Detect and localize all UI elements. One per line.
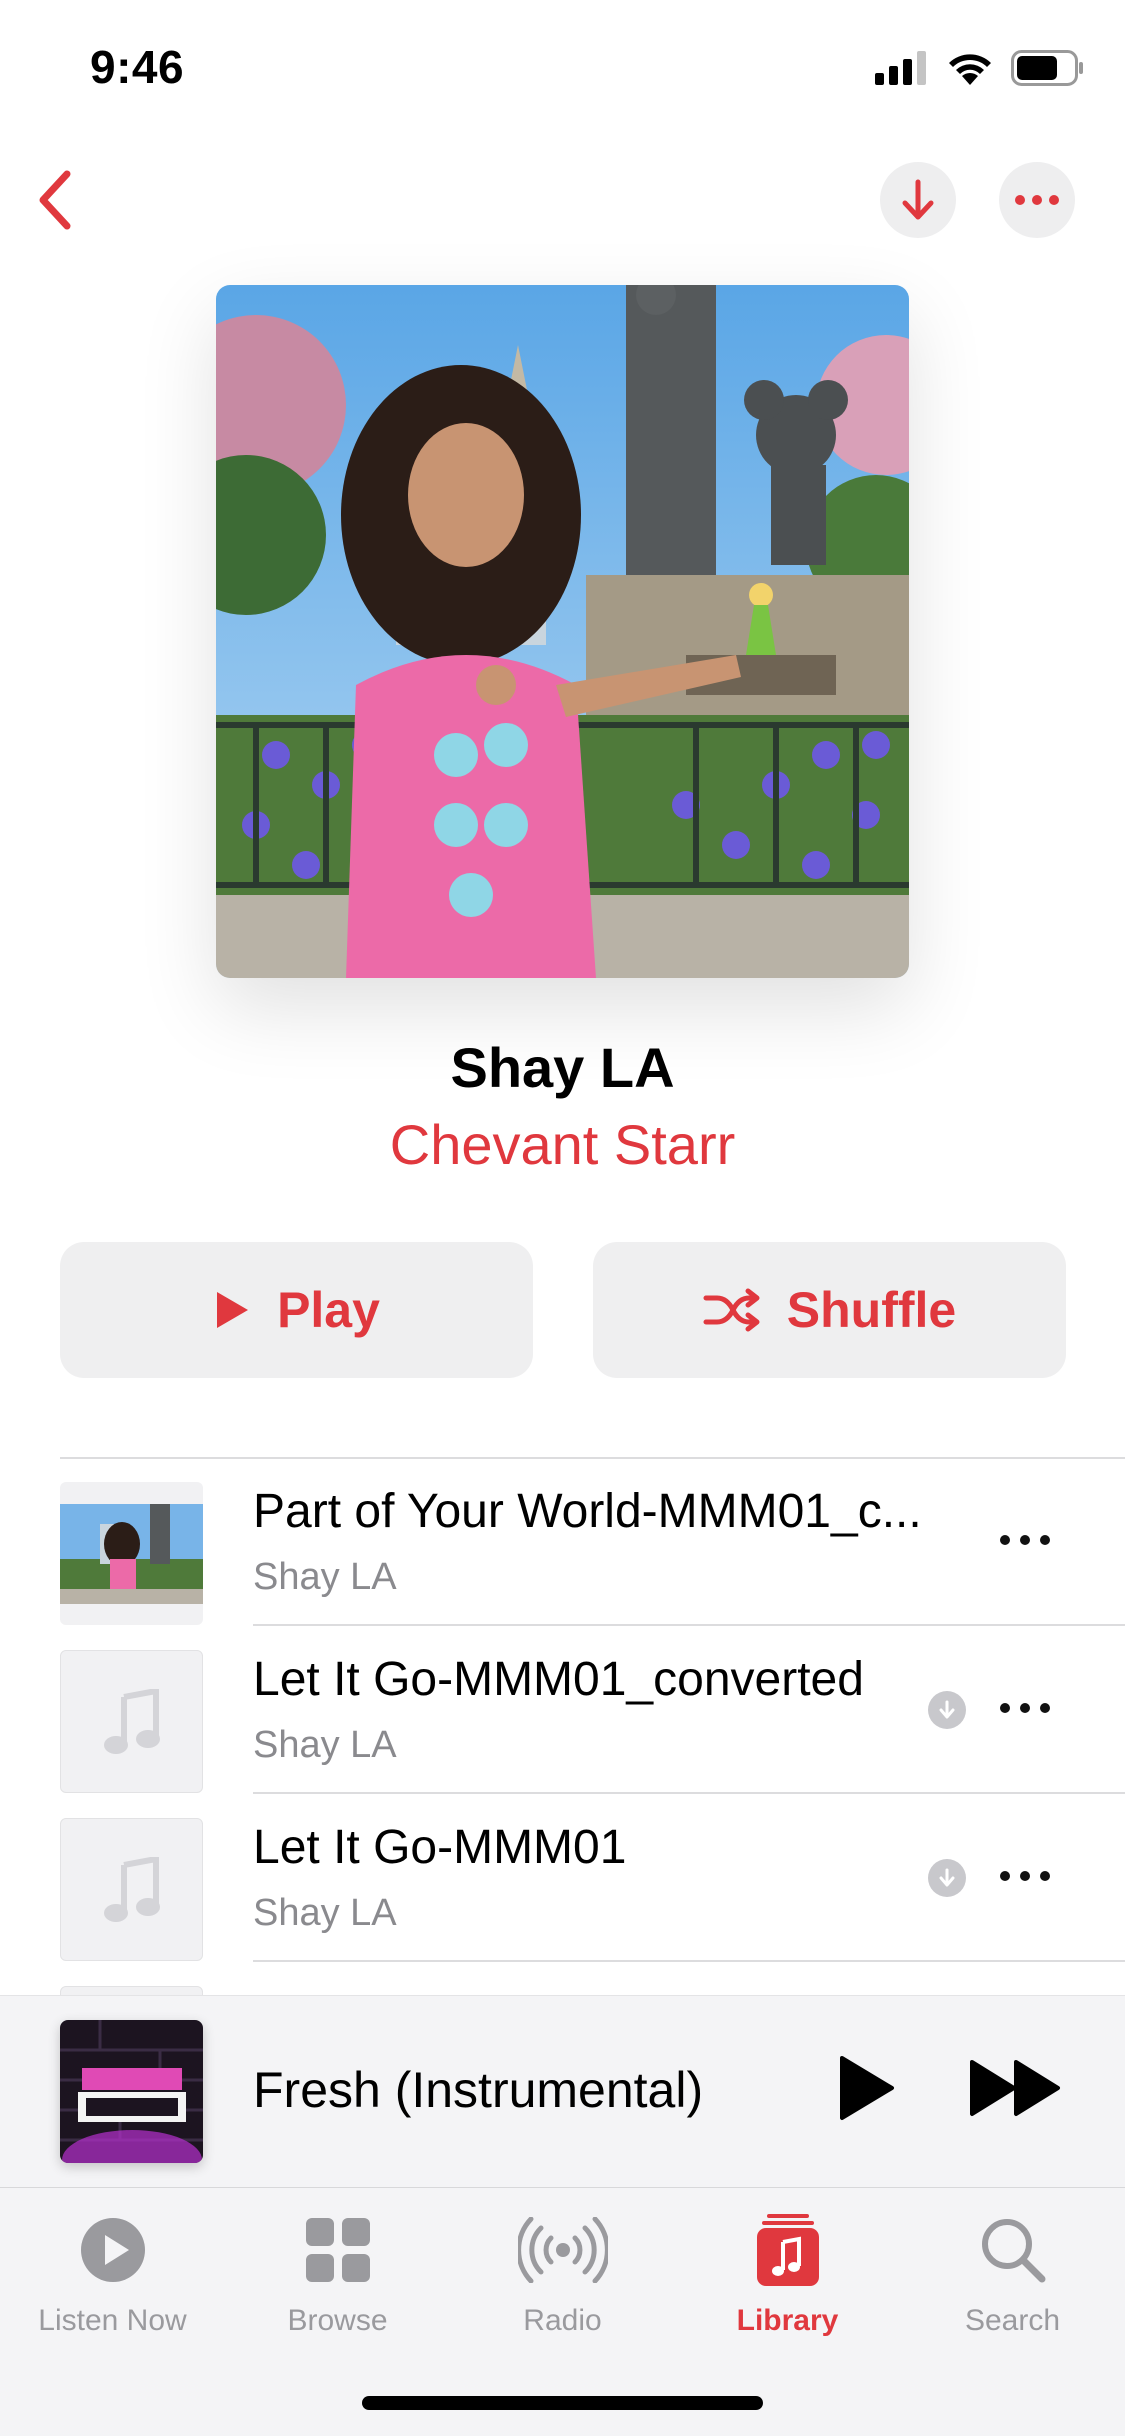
track-artist: Shay LA [253,1892,397,1934]
status-bar: 9:46 [0,0,1125,140]
cellular-signal-icon [875,51,926,85]
shuffle-button[interactable]: Shuffle [593,1242,1066,1378]
tab-browse[interactable]: Browse [225,2210,450,2338]
search-icon [981,2219,1045,2283]
download-status-icon [928,1859,966,1897]
arrow-down-icon [902,179,934,220]
track-artist: Shay LA [253,1556,397,1598]
play-button[interactable]: Play [60,1242,533,1378]
track-artwork-photo [60,1503,203,1604]
wifi-icon [949,54,991,85]
track-title: Part of Your World-MMM01_c... [253,1485,922,1538]
track-title: Let It Go-MMM01_converted [253,1653,864,1706]
album-title: Shay LA [450,1036,675,1099]
back-button[interactable] [20,160,90,240]
track-title: Let It Go-MMM01 [253,1821,627,1874]
status-icons [875,50,1085,86]
download-button[interactable] [880,162,956,238]
mini-next-button[interactable] [968,2058,1064,2123]
play-icon [840,2056,894,2120]
music-note-icon [103,1856,160,1922]
track-row[interactable]: Let It Go-MMM01 Shay LA [0,1794,1125,1962]
album-artist-link[interactable]: Chevant Starr [0,1112,1125,1177]
shuffle-button-label: Shuffle [786,1282,957,1338]
play-icon [217,1292,249,1328]
track-more-button[interactable] [1000,1688,1050,1728]
tab-listen-now[interactable]: Listen Now [0,2210,225,2338]
tab-label: Search [964,2304,1061,2337]
album-artwork [216,285,909,978]
ellipsis-icon [1015,195,1059,205]
navigation-bar [0,150,1125,250]
track-artwork [60,1650,203,1793]
grid-icon [305,2218,370,2282]
tab-label: Radio [523,2304,602,2337]
battery-icon [1011,50,1083,86]
track-row[interactable]: Part of Your World-MMM01_c... Shay LA [0,1458,1125,1626]
mini-play-button[interactable] [838,2054,896,2127]
tab-label: Listen Now [38,2304,187,2337]
home-indicator[interactable] [362,2396,763,2410]
tab-label: Library [736,2304,839,2337]
now-playing-artwork [60,2020,203,2163]
radio-waves-icon [517,2217,608,2283]
download-status-icon [928,1691,966,1729]
play-circle-icon [80,2218,145,2282]
track-artwork [60,1482,203,1625]
track-more-button[interactable] [1000,1520,1050,1560]
shuffle-icon [703,1288,760,1332]
tab-radio[interactable]: Radio [450,2210,675,2338]
tab-label: Browse [287,2304,388,2337]
music-library-icon [756,2214,819,2286]
mini-player[interactable]: Fresh (Instrumental) [0,1995,1125,2187]
track-row[interactable]: Let It Go-MMM01_converted Shay LA [0,1626,1125,1794]
track-artist: Shay LA [253,1724,397,1766]
music-note-icon [103,1688,160,1754]
album-artwork-photo [216,285,909,978]
more-options-button[interactable] [999,162,1075,238]
chevron-left-icon [39,170,71,230]
now-playing-title: Fresh (Instrumental) [253,2062,704,2118]
tab-library[interactable]: Library [675,2210,900,2338]
fast-forward-icon [970,2060,1060,2116]
track-artwork [60,1818,203,1961]
status-time: 9:46 [90,41,185,93]
tab-search[interactable]: Search [900,2210,1125,2338]
track-more-button[interactable] [1000,1856,1050,1896]
play-button-label: Play [277,1282,380,1338]
